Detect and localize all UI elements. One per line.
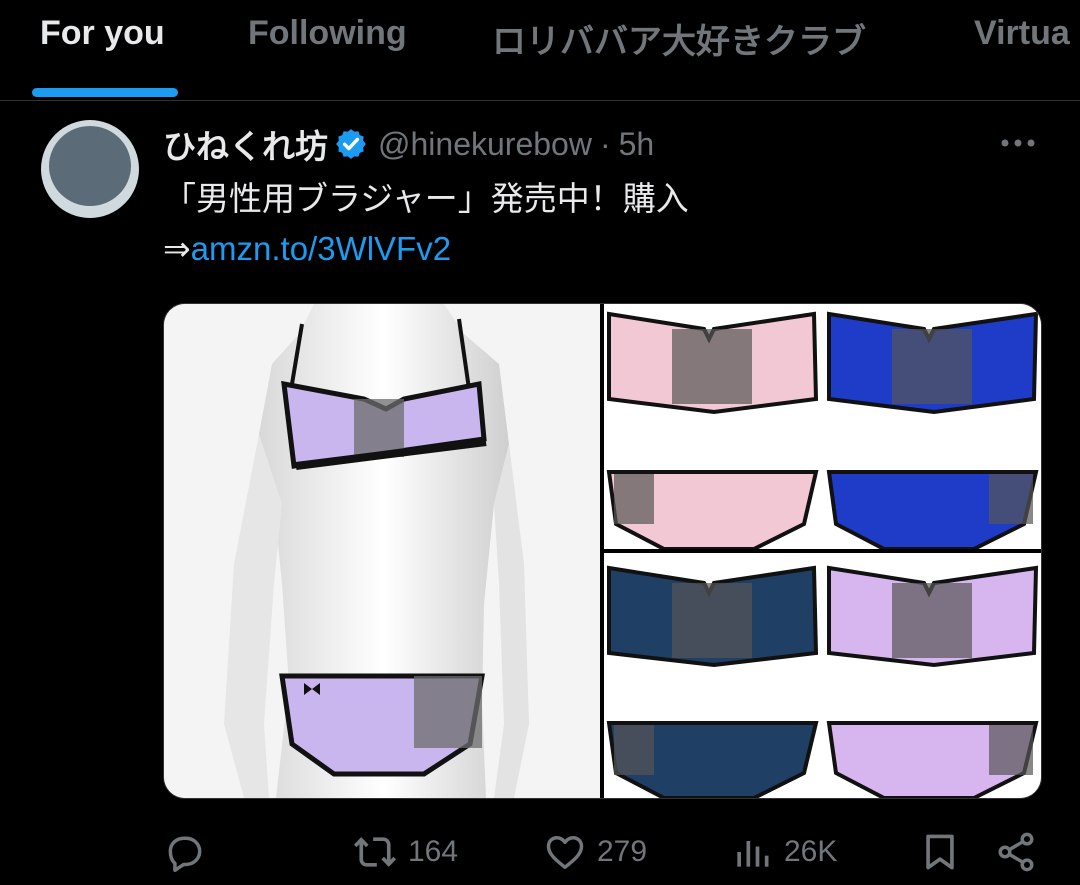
retweet-count: 164 <box>408 835 459 868</box>
user-handle[interactable]: @hinekurebow <box>378 126 592 163</box>
tweet-text: 「男性用ブラジャー」発売中！購入 ⇒amzn.to/3WlVFv2 <box>163 174 1043 274</box>
retweet-icon <box>353 837 397 867</box>
mannequin-illustration <box>164 304 600 798</box>
tweet-media-grid <box>163 303 1042 799</box>
more-icon[interactable] <box>998 128 1038 158</box>
tweet-header: ひねくれ坊 @hinekurebow · 5h <box>163 122 654 166</box>
tweet-text-line1: 「男性用ブラジャー」発売中！購入 <box>163 180 689 217</box>
views-count: 26K <box>784 835 838 868</box>
active-tab-indicator <box>32 88 178 97</box>
tweet-action-bar: 164 279 26K <box>0 820 1080 885</box>
avatar[interactable] <box>41 120 139 218</box>
timestamp[interactable]: 5h <box>619 126 655 163</box>
navy-lavender-sets-illustration <box>604 553 1041 798</box>
like-icon <box>546 835 584 869</box>
bookmark-icon <box>926 834 954 870</box>
views-icon <box>737 841 769 867</box>
retweet-button[interactable]: 164 <box>352 830 458 874</box>
pink-blue-sets-illustration <box>604 304 1041 551</box>
reply-button[interactable] <box>163 830 217 874</box>
media-image-navy-lavender[interactable] <box>604 553 1041 798</box>
tweet-arrow: ⇒ <box>163 230 191 267</box>
separator-dot: · <box>599 125 611 162</box>
share-button[interactable] <box>994 830 1038 874</box>
reply-icon <box>168 836 202 873</box>
views-button[interactable]: 26K <box>730 830 837 874</box>
like-count: 279 <box>597 835 648 868</box>
bookmark-button[interactable] <box>918 830 962 874</box>
avatar-image <box>49 126 131 206</box>
tab-virtual[interactable]: Virtua <box>974 14 1070 53</box>
verified-icon <box>336 129 366 159</box>
tab-for-you[interactable]: For you <box>40 14 165 53</box>
tweet-link[interactable]: amzn.to/3WlVFv2 <box>191 230 451 267</box>
share-icon <box>998 832 1034 872</box>
timeline-tabs: For you Following ロリババア大好きクラブ Virtua <box>0 0 1080 101</box>
display-name[interactable]: ひねくれ坊 <box>163 120 328 168</box>
like-button[interactable]: 279 <box>543 830 647 874</box>
tab-list-club[interactable]: ロリババア大好きクラブ <box>492 14 866 63</box>
tab-following[interactable]: Following <box>248 14 407 53</box>
media-image-mannequin[interactable] <box>164 304 600 798</box>
media-image-pink-blue[interactable] <box>604 304 1041 551</box>
